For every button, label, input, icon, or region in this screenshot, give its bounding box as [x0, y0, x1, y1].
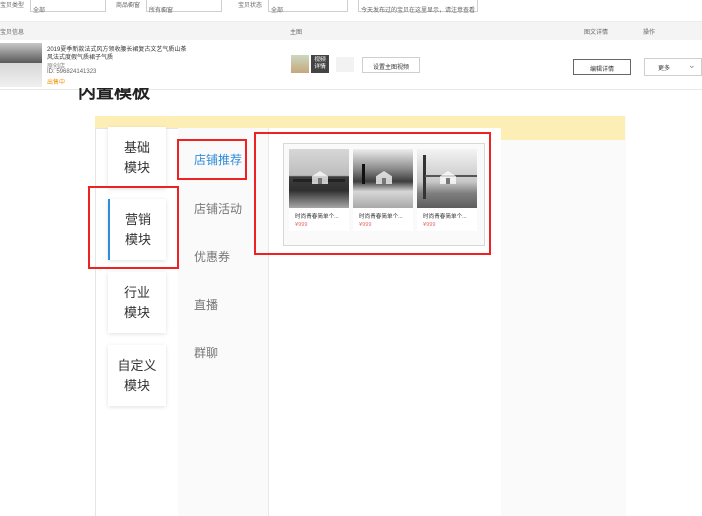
col-actions: 操作 [643, 30, 656, 36]
product-status: 出售中 [47, 80, 66, 86]
tab-store-activity[interactable]: 店铺活动 [194, 200, 242, 217]
table-header: 宝贝信息 主图 图文详情 操作 [0, 21, 702, 41]
col-detail: 图文详情 [584, 30, 609, 36]
sidebar-item-industry[interactable]: 行业 模块 [108, 272, 166, 333]
right-link-box[interactable]: 今天发布过的宝贝在这里显示，请注意查看 [358, 0, 478, 14]
filter3-label: 宝贝状态 [238, 3, 263, 9]
top-filter-bar: 宝贝类型 全部 商品橱窗 所有橱窗 宝贝状态 全部 今天发布过的宝贝在这里显示，… [0, 0, 702, 14]
col-main-image: 主图 [290, 30, 303, 36]
filter1-select[interactable]: 全部 [30, 0, 106, 14]
set-main-video-button[interactable]: 设置主图视频 [362, 57, 420, 73]
filter2-select[interactable]: 所有橱窗 [146, 0, 222, 14]
filter2-label: 商品橱窗 [116, 3, 141, 9]
more-dropdown[interactable]: 更多 ⌄ [644, 58, 702, 76]
product-id: ID: 596824141323 [47, 69, 97, 75]
filter3-select[interactable]: 全部 [268, 0, 348, 14]
edit-detail-button[interactable]: 编辑详情 [573, 59, 631, 75]
highlight-marketing-module [88, 186, 179, 269]
video-detail-badge[interactable]: 视频 详情 [311, 55, 329, 73]
tab-group-chat[interactable]: 群聊 [194, 344, 218, 361]
main-image-thumb[interactable] [291, 55, 309, 73]
tab-coupon[interactable]: 优惠券 [194, 248, 230, 265]
chevron-down-icon: ⌄ [688, 60, 696, 70]
product-title-line2[interactable]: 风法式度假气质裙子气质 [47, 52, 113, 61]
table-row: 2019夏季新款法式风方领收腰长裙复古文艺气质山茶 风法式度假气质裙子气质 原创… [0, 40, 702, 90]
sidebar-item-custom[interactable]: 自定义 模块 [108, 345, 166, 406]
product-thumbnail[interactable] [0, 43, 42, 87]
col-product-info: 宝贝信息 [0, 30, 25, 36]
sidebar-item-basic[interactable]: 基础 模块 [108, 127, 166, 188]
filter1-label: 宝贝类型 [0, 3, 25, 9]
highlight-store-recommend-tab [177, 139, 247, 180]
tab-live[interactable]: 直播 [194, 296, 218, 313]
placeholder-thumb [336, 57, 354, 72]
highlight-template-preview [254, 132, 491, 255]
